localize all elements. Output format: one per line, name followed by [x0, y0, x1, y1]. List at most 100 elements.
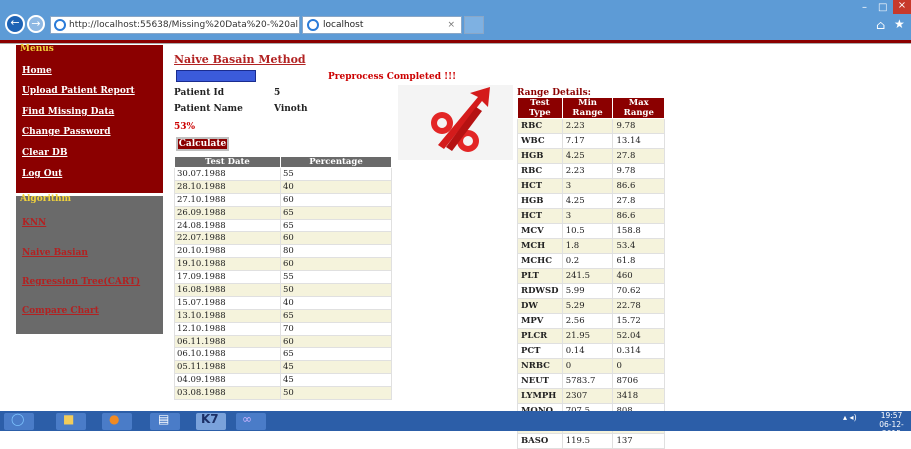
sidebar-item-upload-report[interactable]: Upload Patient Report: [22, 86, 135, 96]
test-type-cell: BASO: [517, 433, 563, 449]
table-row: RDWSD 5.99 70.62: [517, 283, 665, 299]
table-row: 16.08.1988 50: [174, 283, 392, 297]
table-row: 20.10.1988 80: [174, 244, 392, 259]
test-type-cell: HCT: [517, 208, 563, 224]
test-date-table: Test Date Percentage 30.07.1988 55 28.10.1…: [174, 156, 392, 401]
percentage-cell: 45: [280, 360, 392, 375]
max-range-cell: 52.04: [612, 328, 665, 344]
percentage-cell: 65: [280, 205, 392, 220]
algorithm-heading: Algorithm: [20, 194, 72, 204]
min-range-cell: 10.5: [561, 223, 614, 239]
test-type-cell: MCHC: [517, 253, 563, 269]
min-range-cell: 4.25: [561, 148, 614, 164]
ie-icon: [54, 19, 66, 31]
sidebar-item-naive-basian[interactable]: Naive Basian: [22, 248, 88, 258]
percentage-cell: 50: [280, 283, 392, 297]
min-range-cell: 0.2: [561, 253, 614, 269]
sidebar-item-find-missing[interactable]: Find Missing Data: [22, 107, 114, 117]
range-details-table: Test Type Min Range Max Range RBC 2.23 9.7…: [517, 97, 665, 449]
min-range-cell: 7.17: [561, 133, 614, 149]
table-row: 05.11.1988 45: [174, 360, 392, 375]
table-row: 19.10.1988 60: [174, 257, 392, 272]
min-range-cell: 2.56: [561, 313, 614, 329]
max-range-cell: 3418: [612, 388, 665, 404]
sidebar-item-clear-db[interactable]: Clear DB: [22, 148, 67, 158]
test-date-cell: 19.10.1988: [174, 257, 281, 272]
min-range-cell: 5.99: [561, 283, 614, 299]
clock-date: 06-12-2015: [879, 420, 904, 438]
min-range-cell: 119.5: [561, 433, 614, 449]
table-row: LYMPH 2307 3418: [517, 388, 665, 404]
table-row: PCT 0.14 0.314: [517, 343, 665, 359]
close-window-button[interactable]: ×: [893, 0, 911, 14]
min-range-cell: 1.8: [561, 238, 614, 254]
test-type-cell: RBC: [517, 163, 563, 179]
max-range-cell: 13.14: [612, 133, 665, 149]
table-row: 13.10.1988 65: [174, 308, 392, 323]
column-header-min-range: Min Range: [561, 97, 614, 119]
test-type-cell: DW: [517, 298, 563, 314]
test-date-cell: 17.09.1988: [174, 270, 281, 285]
test-type-cell: HGB: [517, 148, 563, 164]
sidebar-item-home[interactable]: Home: [22, 66, 52, 76]
sidebar-item-logout[interactable]: Log Out: [22, 169, 62, 179]
maximize-button[interactable]: □: [878, 2, 887, 13]
test-type-cell: NEUT: [517, 373, 563, 389]
sidebar-item-knn[interactable]: KNN: [22, 218, 46, 228]
back-button[interactable]: ←: [5, 14, 25, 34]
min-range-cell: 3: [561, 178, 614, 194]
test-date-cell: 30.07.1988: [174, 167, 281, 181]
column-header-max-range: Max Range: [612, 97, 665, 119]
min-range-cell: 2.23: [561, 118, 614, 134]
patient-id-label: Patient Id: [174, 88, 224, 98]
test-date-cell: 24.08.1988: [174, 218, 281, 233]
percentage-cell: 40: [280, 295, 392, 310]
max-range-cell: 53.4: [612, 238, 665, 254]
test-type-cell: PCT: [517, 343, 563, 359]
test-date-cell: 27.10.1988: [174, 192, 281, 207]
calculate-button[interactable]: Calculate: [176, 137, 229, 151]
table-row: MPV 2.56 15.72: [517, 313, 665, 329]
system-clock[interactable]: 19:57 06-12-2015: [872, 411, 911, 438]
address-bar[interactable]: http://localhost:55638/Missing%20Data%20…: [50, 16, 300, 34]
menus-heading: Menus: [20, 44, 54, 54]
new-tab-button[interactable]: [464, 16, 484, 34]
patient-name-value: Vinoth: [274, 104, 308, 114]
min-range-cell: 0.14: [561, 343, 614, 359]
table-row: 03.08.1988 50: [174, 386, 392, 401]
table-row: 26.09.1988 65: [174, 205, 392, 220]
test-date-cell: 20.10.1988: [174, 244, 281, 259]
home-icon[interactable]: ⌂: [876, 18, 885, 32]
ie-icon: ◯: [11, 412, 25, 426]
forward-button[interactable]: →: [27, 15, 45, 33]
percentage-cell: 45: [280, 373, 392, 388]
table-row: HGB 4.25 27.8: [517, 193, 665, 209]
percentage-cell: 65: [280, 347, 392, 362]
table-row: BASO 119.5 137: [517, 433, 665, 449]
max-range-cell: 9.78: [612, 118, 665, 134]
tab-close-icon[interactable]: ×: [447, 17, 455, 33]
favorites-star-icon[interactable]: ★: [894, 17, 905, 31]
header-divider-gray: [0, 43, 911, 44]
percentage-cell: 65: [280, 218, 392, 233]
sidebar-item-compare-chart[interactable]: Compare Chart: [22, 306, 99, 316]
test-date-cell: 06.11.1988: [174, 334, 281, 349]
preprocess-button[interactable]: [176, 70, 256, 82]
table-row: 15.07.1988 40: [174, 295, 392, 310]
tab-title: localhost: [323, 20, 364, 30]
table-row: 27.10.1988 60: [174, 192, 392, 207]
sidebar-item-regression-tree[interactable]: Regression Tree(CART): [22, 277, 140, 287]
minimize-button[interactable]: –: [862, 2, 867, 13]
min-range-cell: 5783.7: [561, 373, 614, 389]
max-range-cell: 0: [612, 358, 665, 374]
test-date-cell: 28.10.1988: [174, 179, 281, 194]
system-tray[interactable]: ▴ ◂): [843, 413, 857, 422]
column-header-test-type: Test Type: [517, 97, 563, 119]
tab-localhost[interactable]: localhost ×: [302, 16, 462, 34]
max-range-cell: 86.6: [612, 208, 665, 224]
max-range-cell: 70.62: [612, 283, 665, 299]
firefox-icon: ●: [109, 412, 120, 426]
table-row: 24.08.1988 65: [174, 218, 392, 233]
sidebar-item-change-password[interactable]: Change Password: [22, 127, 111, 137]
test-type-cell: PLCR: [517, 328, 563, 344]
